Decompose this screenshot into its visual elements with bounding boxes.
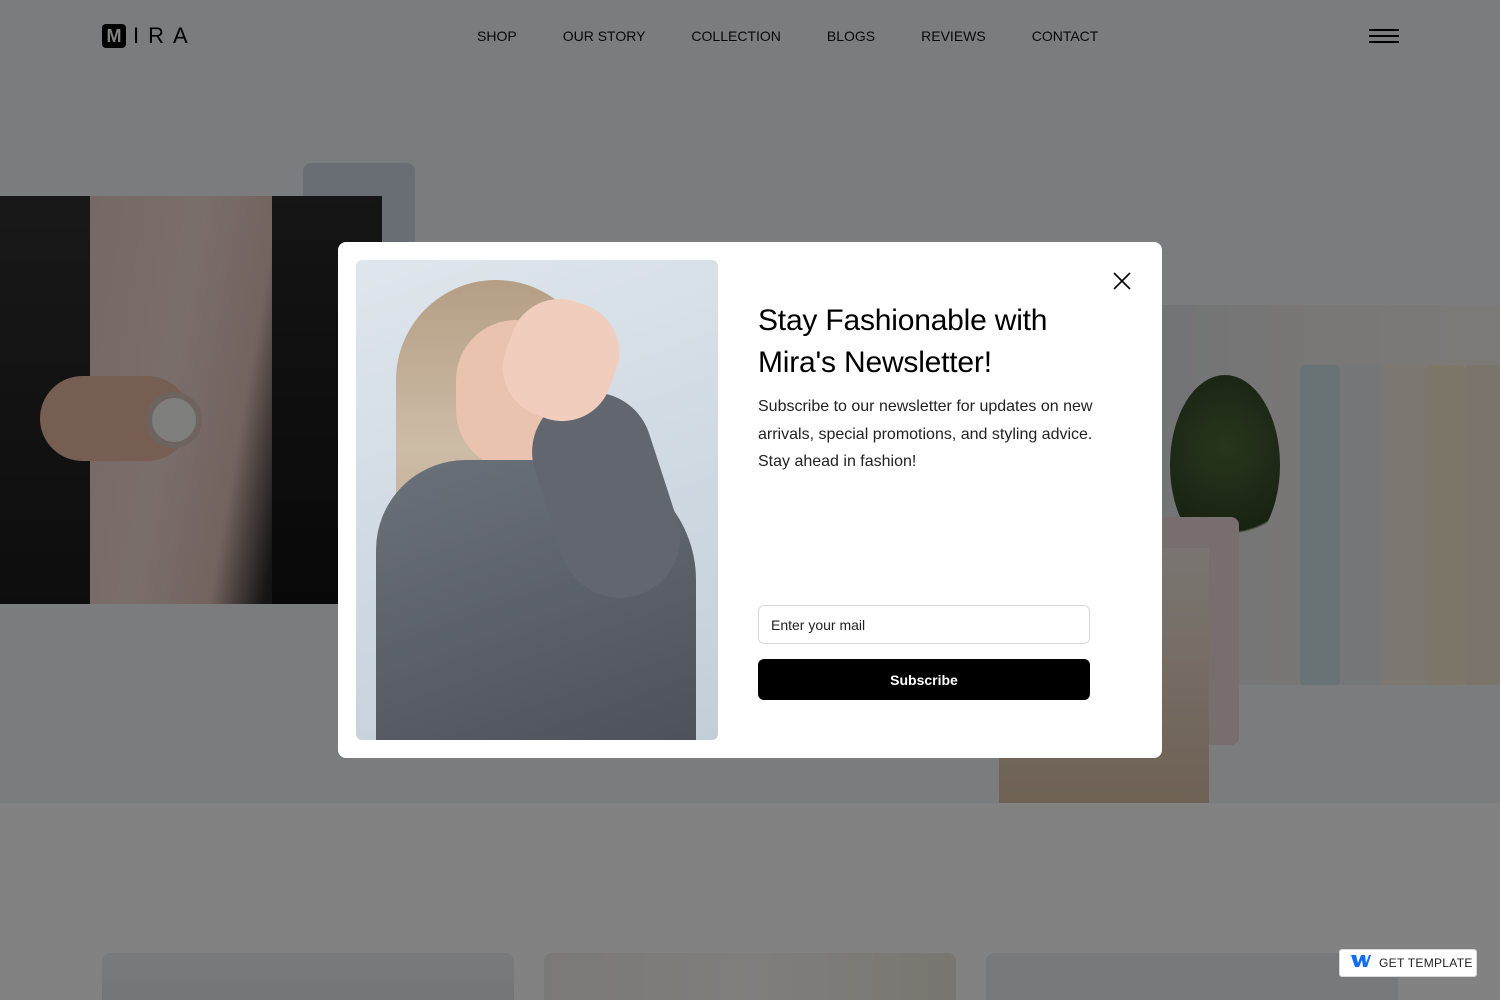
- modal-description: Subscribe to our newsletter for updates …: [758, 398, 1093, 470]
- email-field[interactable]: [758, 605, 1090, 644]
- newsletter-image: [356, 260, 718, 740]
- subscribe-button[interactable]: Subscribe: [758, 659, 1090, 700]
- close-icon[interactable]: [1112, 271, 1132, 291]
- webflow-icon: [1350, 954, 1372, 973]
- get-template-badge[interactable]: GET TEMPLATE: [1339, 949, 1477, 977]
- badge-label: GET TEMPLATE: [1379, 956, 1473, 970]
- modal-title: Stay Fashionable with Mira's Newsletter!: [758, 304, 1048, 379]
- newsletter-modal: Stay Fashionable with Mira's Newsletter!…: [338, 242, 1162, 758]
